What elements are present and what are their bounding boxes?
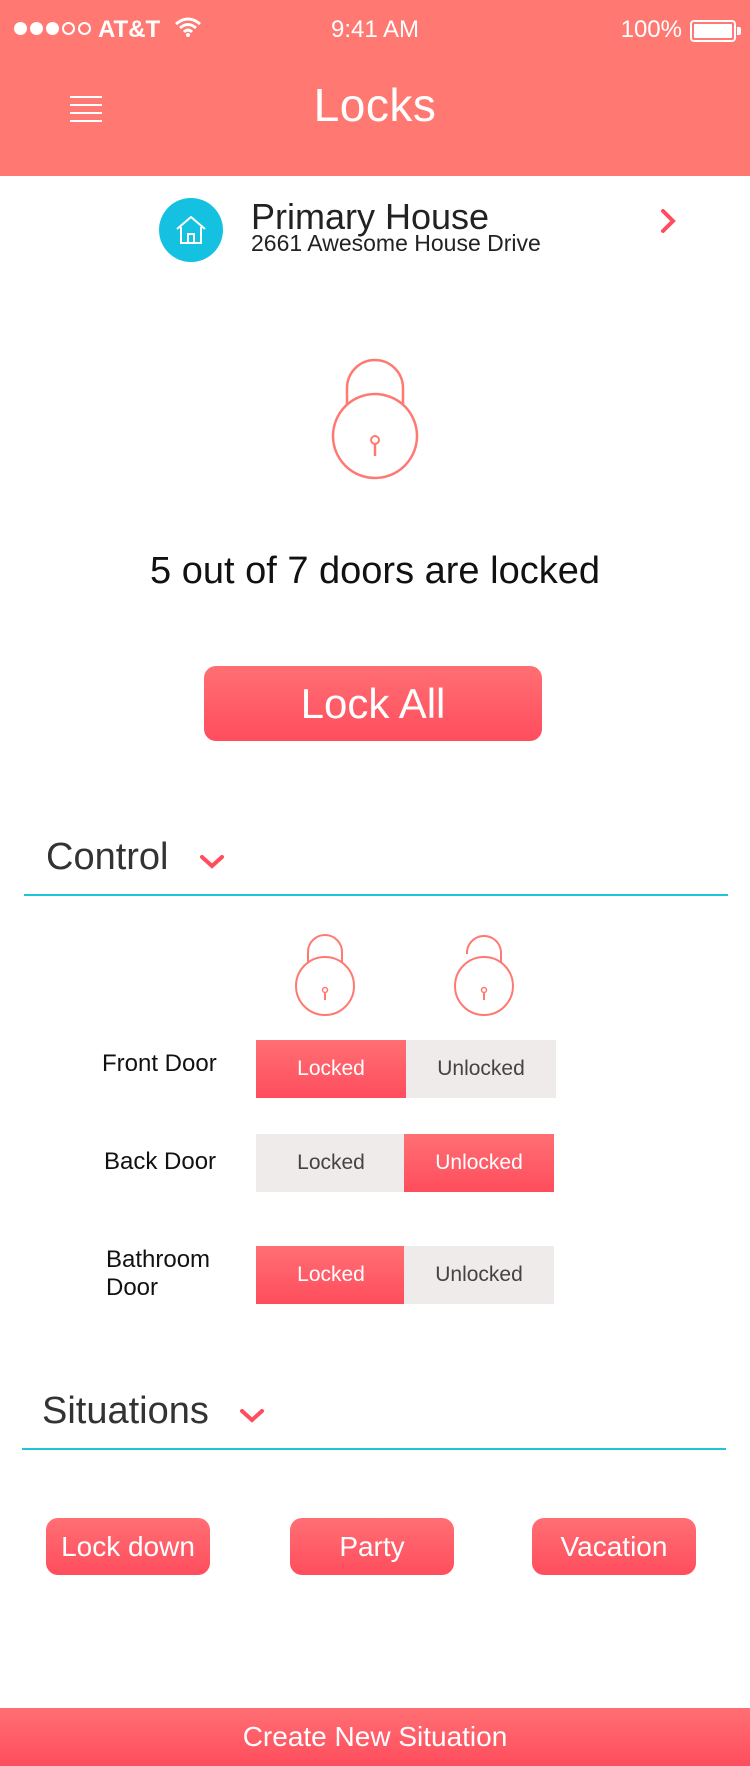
situation-lock-down-button[interactable]: Lock down <box>46 1518 210 1575</box>
chevron-right-icon[interactable] <box>654 206 684 236</box>
front-door-unlocked-button[interactable]: Unlocked <box>406 1040 556 1098</box>
lock-icon <box>295 934 355 1016</box>
chevron-down-icon[interactable] <box>238 1406 266 1426</box>
situations-section-header[interactable]: Situations <box>22 1390 726 1450</box>
app-header: AT&T 9:41 AM 100% Locks <box>0 0 750 176</box>
battery-tip <box>737 27 741 35</box>
battery-percent: 100% <box>620 16 682 43</box>
door-label-back: Back Door <box>104 1148 217 1175</box>
house-selector[interactable]: Primary House 2661 Awesome House Drive <box>0 176 750 268</box>
house-address: 2661 Awesome House Drive <box>251 230 541 256</box>
front-door-locked-button[interactable]: Locked <box>256 1040 406 1098</box>
status-bar: AT&T 9:41 AM 100% <box>0 0 750 60</box>
lock-all-button[interactable]: Lock All <box>204 666 542 741</box>
battery-icon <box>690 20 736 42</box>
lock-icon <box>331 358 419 480</box>
control-section-header[interactable]: Control <box>24 836 728 896</box>
section-title: Situations <box>42 1390 209 1432</box>
page-title: Locks <box>313 79 437 131</box>
back-door-locked-button[interactable]: Locked <box>256 1134 406 1192</box>
create-new-situation-button[interactable]: Create New Situation <box>0 1708 750 1766</box>
situation-vacation-button[interactable]: Vacation <box>532 1518 696 1575</box>
situation-party-button[interactable]: Party <box>290 1518 454 1575</box>
door-label-front: Front Door <box>102 1050 217 1077</box>
house-icon <box>159 198 223 262</box>
back-door-unlocked-button[interactable]: Unlocked <box>404 1134 554 1192</box>
bathroom-door-unlocked-button[interactable]: Unlocked <box>404 1246 554 1304</box>
bathroom-door-locked-button[interactable]: Locked <box>256 1246 406 1304</box>
door-label-bathroom: Bathroom Door <box>106 1246 211 1301</box>
unlocked-icon <box>454 935 514 1016</box>
lock-status-summary: 5 out of 7 doors are locked <box>150 550 600 592</box>
section-title: Control <box>46 836 169 878</box>
chevron-down-icon[interactable] <box>198 852 226 872</box>
